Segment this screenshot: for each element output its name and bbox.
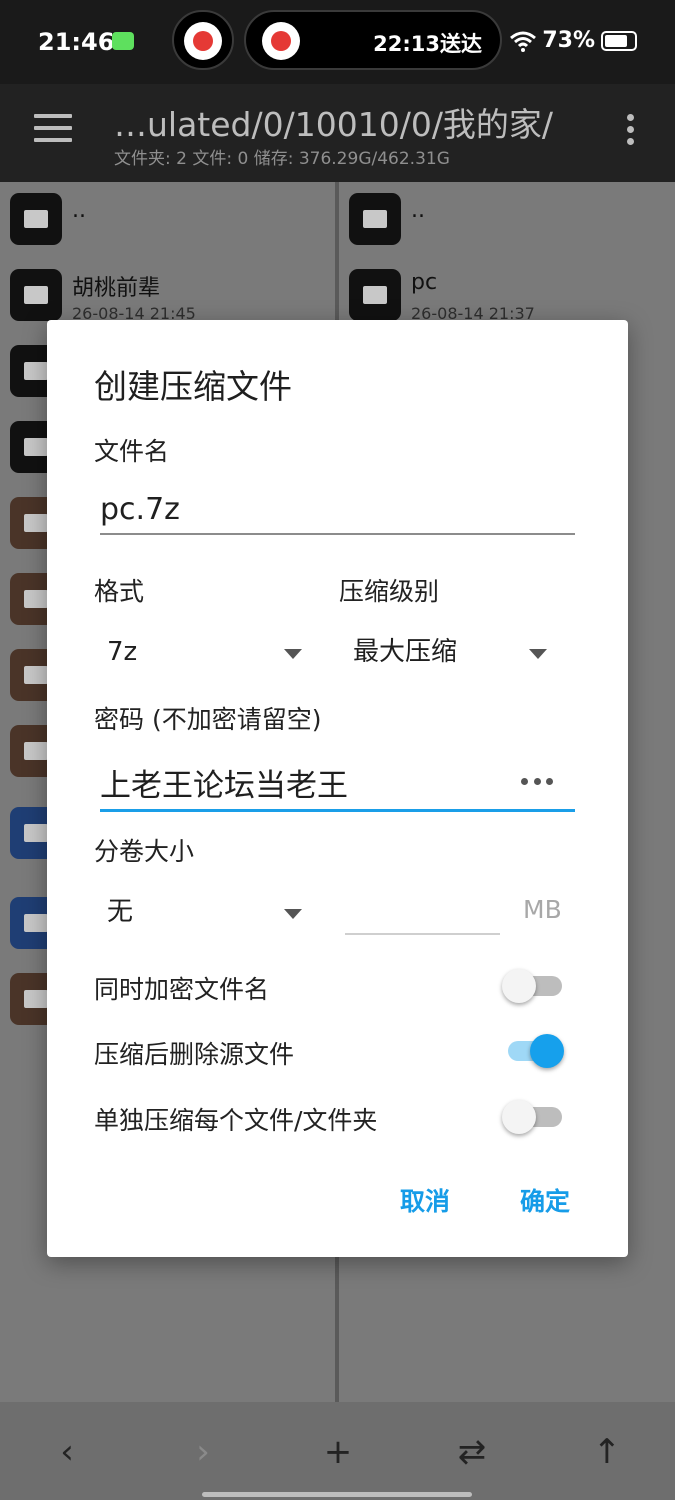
volume-size-input[interactable] xyxy=(345,885,500,935)
compression-level-dropdown[interactable]: 最大压缩 xyxy=(353,627,553,677)
delete-source-label: 压缩后删除源文件 xyxy=(94,1040,295,1069)
volume-size-dropdown[interactable]: 无 xyxy=(107,887,307,937)
folder-icon xyxy=(349,269,401,321)
delivery-eta: 22:13送达 xyxy=(373,32,482,56)
volume-unit-label: MB xyxy=(523,895,562,924)
format-value: 7z xyxy=(107,637,138,667)
storage-summary: 文件夹: 2 文件: 0 储存: 376.29G/462.31G xyxy=(114,149,450,169)
cancel-button[interactable]: 取消 xyxy=(400,1182,450,1218)
toggle-thumb xyxy=(502,1100,536,1134)
file-name: .. xyxy=(72,198,86,223)
encrypt-filenames-label: 同时加密文件名 xyxy=(94,975,270,1004)
toggle-thumb xyxy=(530,1034,564,1068)
swap-panes-button[interactable]: ⇄ xyxy=(452,1432,492,1472)
battery-percent: 73% xyxy=(542,28,595,53)
format-dropdown[interactable]: 7z xyxy=(107,627,307,677)
delete-source-toggle[interactable] xyxy=(502,1032,564,1068)
back-button[interactable]: ‹ xyxy=(47,1432,87,1472)
separate-archives-toggle[interactable] xyxy=(502,1098,564,1134)
chevron-down-icon xyxy=(284,909,302,919)
password-value: 上老王论坛当老王 xyxy=(100,768,348,804)
create-archive-dialog: 创建压缩文件 文件名 pc.7z 格式 压缩级别 7z 最大压缩 密码 (不加密… xyxy=(47,320,628,1257)
app-toolbar: …ulated/0/10010/0/我的家/ 文件夹: 2 文件: 0 储存: … xyxy=(0,84,675,182)
bottom-nav-bar: ‹ › + ⇄ ↑ xyxy=(0,1402,675,1500)
parent-folder-button[interactable]: ↑ xyxy=(587,1432,627,1472)
live-activity-bubble[interactable]: 22:13送达 xyxy=(244,10,502,70)
battery-icon xyxy=(601,30,637,51)
folder-icon xyxy=(10,269,62,321)
more-options-icon[interactable] xyxy=(620,114,640,154)
compression-level-value: 最大压缩 xyxy=(353,637,458,667)
delivery-avatar-icon xyxy=(184,22,222,60)
toggle-thumb xyxy=(502,969,536,1003)
confirm-button[interactable]: 确定 xyxy=(520,1182,570,1218)
compression-level-label: 压缩级别 xyxy=(339,577,440,606)
password-visibility-icon[interactable] xyxy=(521,778,553,786)
chevron-down-icon xyxy=(284,649,302,659)
chevron-down-icon xyxy=(529,649,547,659)
folder-icon xyxy=(349,193,401,245)
filename-field[interactable]: pc.7z xyxy=(100,485,575,535)
live-activity-bubble-small[interactable] xyxy=(172,10,234,70)
volume-size-label: 分卷大小 xyxy=(94,837,195,866)
format-label: 格式 xyxy=(94,577,145,606)
password-label: 密码 (不加密请留空) xyxy=(94,705,322,734)
forward-button[interactable]: › xyxy=(183,1432,223,1472)
separate-archives-label: 单独压缩每个文件/文件夹 xyxy=(94,1106,378,1135)
encrypt-filenames-toggle[interactable] xyxy=(502,967,564,1003)
status-bar: 21:46 22:13送达 73% xyxy=(0,0,675,84)
file-name: pc xyxy=(411,270,438,295)
list-item-parent[interactable]: .. xyxy=(0,182,335,256)
folder-icon xyxy=(10,193,62,245)
status-time: 21:46 xyxy=(38,28,115,56)
home-indicator[interactable] xyxy=(202,1492,472,1497)
add-button[interactable]: + xyxy=(318,1432,358,1472)
file-name: .. xyxy=(411,198,425,223)
password-field[interactable]: 上老王论坛当老王 xyxy=(100,752,575,812)
delivery-avatar-icon xyxy=(262,22,300,60)
volume-size-value: 无 xyxy=(107,897,134,927)
dialog-title: 创建压缩文件 xyxy=(94,367,292,406)
status-indicators: 73% xyxy=(510,28,637,53)
filename-label: 文件名 xyxy=(94,437,170,466)
current-path[interactable]: …ulated/0/10010/0/我的家/ xyxy=(114,98,553,146)
menu-icon[interactable] xyxy=(34,114,72,144)
wifi-icon xyxy=(510,31,537,52)
vpn-key-icon xyxy=(112,32,134,50)
file-name: 胡桃前辈 xyxy=(72,276,161,301)
list-item-parent[interactable]: .. xyxy=(339,182,675,256)
